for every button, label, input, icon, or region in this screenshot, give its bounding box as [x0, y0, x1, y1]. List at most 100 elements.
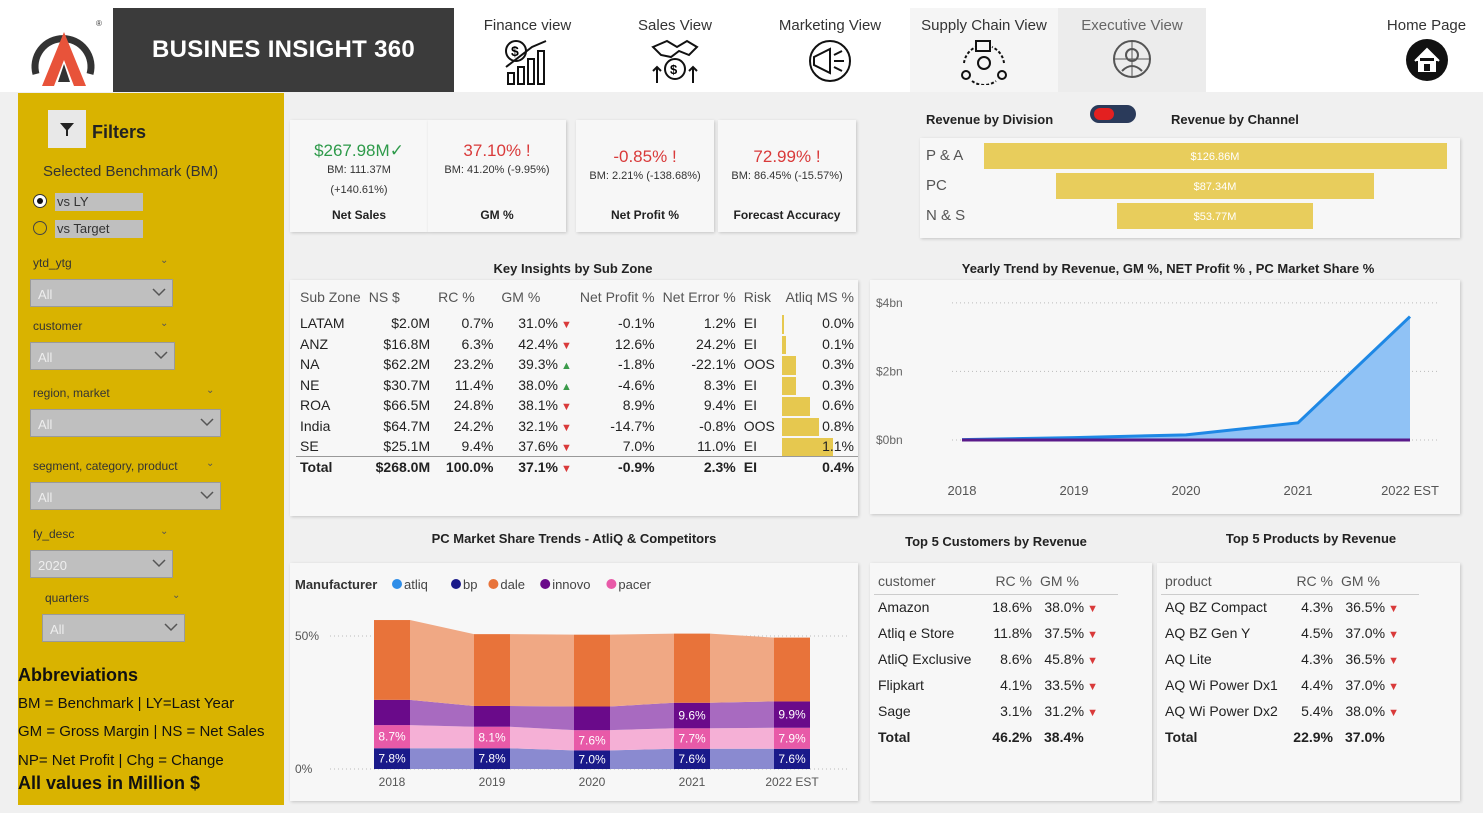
table-row[interactable]: AQ BZ Compact 4.3% 36.5% ▼	[1161, 594, 1419, 620]
table-row[interactable]: Atliq e Store 11.8% 37.5% ▼	[874, 620, 1118, 646]
kpi-forecast-accuracy[interactable]: 72.99% ! BM: 86.45% (-15.57%) Forecast A…	[718, 120, 856, 232]
legend-label[interactable]: atliq	[404, 577, 428, 592]
kpi-net-sales[interactable]: $267.98M✓ BM: 111.37M (+140.61%) Net Sal…	[290, 120, 428, 232]
table-cell: Sage	[878, 703, 911, 719]
col-header[interactable]: NS $	[365, 288, 434, 313]
table-row[interactable]: AQ BZ Gen Y 4.5% 37.0% ▼	[1161, 620, 1419, 646]
kpi-net-profit[interactable]: -0.85% ! BM: 2.21% (-138.68%) Net Profit…	[576, 120, 714, 232]
kpi-gm[interactable]: 37.10% ! BM: 41.20% (-9.95%) GM %	[428, 120, 566, 232]
division-bar[interactable]: $126.86M	[983, 143, 1447, 169]
chevron-down-icon[interactable]: ⌄	[160, 526, 168, 537]
table-row[interactable]: LATAM $2.0M 0.7% 31.0% ▼ -0.1% 1.2% EI 0.0%	[296, 313, 858, 334]
nav-finance-view[interactable]: Finance view $	[455, 8, 600, 92]
bar-dale[interactable]	[474, 634, 510, 706]
legend-label[interactable]: dale	[500, 577, 525, 592]
col-header[interactable]: GM %	[1036, 568, 1118, 594]
col-header[interactable]: Atliq MS %	[782, 288, 859, 313]
table-row[interactable]: NA $62.2M 23.2% 39.3% ▲ -1.8% -22.1% OOS 0.3%	[296, 354, 858, 375]
table-row[interactable]: SE $25.1M 9.4% 37.6% ▼ 7.0% 11.0% EI 1.1%	[296, 436, 858, 457]
slicer-label-fy-desc: fy_desc	[33, 527, 75, 541]
slicer-label-region-market: region, market	[33, 386, 110, 400]
bar-dale[interactable]	[374, 620, 410, 700]
table-row[interactable]: AtliQ Exclusive 8.6% 45.8% ▼	[874, 646, 1118, 672]
table-row[interactable]: AQ Wi Power Dx2 5.4% 38.0% ▼	[1161, 698, 1419, 724]
dropdown-region-market[interactable]: All	[30, 409, 221, 437]
filter-icon[interactable]	[48, 110, 86, 148]
division-bar[interactable]: $53.77M	[1116, 203, 1314, 229]
bar-innovo[interactable]	[574, 706, 610, 731]
table-cell: 38.4%	[1044, 729, 1084, 745]
table-row[interactable]: Amazon 18.6% 38.0% ▼	[874, 594, 1118, 620]
legend-marker[interactable]	[606, 579, 617, 589]
table-total-row[interactable]: Total 46.2% 38.4%	[874, 724, 1118, 750]
legend-marker[interactable]	[488, 579, 499, 589]
table-cell: EI	[743, 438, 757, 454]
table-row[interactable]: India $64.7M 24.2% 32.1% ▼ -14.7% -0.8% OOS 0.8…	[296, 416, 858, 436]
nav-marketing-view[interactable]: Marketing View	[750, 8, 910, 92]
division-channel-toggle[interactable]	[1090, 105, 1136, 123]
chevron-down-icon[interactable]: ⌄	[160, 255, 168, 266]
nav-home-page[interactable]: Home Page	[1370, 8, 1483, 92]
data-label: 8.1%	[478, 730, 506, 744]
table-cell: $25.1M	[383, 438, 431, 454]
bar-innovo[interactable]	[474, 705, 510, 727]
svg-text:®: ®	[96, 19, 102, 28]
table-total-row[interactable]: Total 22.9% 37.0%	[1161, 724, 1419, 750]
col-header[interactable]: customer	[874, 568, 984, 594]
table-row[interactable]: AQ Lite 4.3% 36.5% ▼	[1161, 646, 1419, 672]
col-header[interactable]: GM %	[1337, 568, 1419, 594]
dropdown-segment[interactable]: All	[30, 482, 221, 510]
col-header[interactable]: RC %	[434, 288, 497, 313]
chevron-down-icon[interactable]: ⌄	[172, 590, 180, 601]
radio-icon	[33, 194, 47, 208]
bar-dale[interactable]	[574, 634, 610, 707]
slicer-label-ytd-ytg: ytd_ytg	[33, 256, 72, 270]
data-label: 7.8%	[378, 752, 406, 766]
table-row[interactable]: Flipkart 4.1% 33.5% ▼	[874, 672, 1118, 698]
table-cell: 22.9%	[1293, 729, 1333, 745]
bar-innovo[interactable]	[374, 699, 410, 726]
col-header[interactable]: RC %	[1287, 568, 1337, 594]
dropdown-quarters[interactable]: All	[42, 614, 185, 642]
col-header[interactable]: Risk	[740, 288, 782, 313]
dropdown-customer[interactable]: All	[30, 342, 175, 370]
nav-supply-chain-view[interactable]: Supply Chain View	[910, 8, 1058, 92]
chevron-down-icon[interactable]: ⌄	[206, 385, 214, 396]
col-header[interactable]: RC %	[984, 568, 1036, 594]
nav-executive-view[interactable]: Executive View	[1058, 8, 1206, 92]
radio-icon	[33, 221, 47, 235]
legend-marker[interactable]	[540, 579, 551, 589]
bar-dale[interactable]	[774, 637, 810, 702]
col-header[interactable]: Sub Zone	[296, 288, 365, 313]
legend-label[interactable]: pacer	[618, 577, 651, 592]
table-total-row[interactable]: Total $268.0M 100.0% 37.1% ▼ -0.9% 2.3% EI 0.4%	[296, 456, 858, 478]
table-cell: Total	[300, 459, 333, 475]
table-cell: 0.7%	[461, 315, 494, 332]
market-share-cell: 0.3%	[781, 375, 859, 395]
table-row[interactable]: ANZ $16.8M 6.3% 42.4% ▼ 12.6% 24.2% EI 0.1%	[296, 334, 858, 354]
chevron-down-icon[interactable]: ⌄	[160, 318, 168, 329]
col-header[interactable]: GM %	[497, 288, 576, 313]
legend-marker[interactable]	[451, 579, 461, 589]
dropdown-fy-desc[interactable]: 2020	[30, 550, 173, 578]
table-row[interactable]: Sage 3.1% 31.2% ▼	[874, 698, 1118, 724]
table-row[interactable]: AQ Wi Power Dx1 4.4% 37.0% ▼	[1161, 672, 1419, 698]
market-share-bar	[781, 335, 787, 354]
nav-sales-view[interactable]: Sales View $	[600, 8, 750, 92]
trend-down-icon: ▼	[1084, 681, 1098, 693]
legend-marker[interactable]	[392, 579, 402, 589]
radio-vs-ly[interactable]: vs LY	[33, 193, 145, 211]
col-header[interactable]: Net Error %	[659, 288, 740, 313]
radio-vs-target[interactable]: vs Target	[33, 220, 145, 238]
legend-label[interactable]: innovo	[552, 577, 590, 592]
legend-label[interactable]: bp	[463, 577, 477, 592]
chevron-down-icon[interactable]: ⌄	[206, 458, 214, 469]
table-row[interactable]: NE $30.7M 11.4% 38.0% ▲ -4.6% 8.3% EI 0.3%	[296, 375, 859, 395]
col-header[interactable]: Net Profit %	[576, 288, 659, 313]
table-row[interactable]: ROA $66.5M 24.8% 38.1% ▼ 8.9% 9.4% EI 0.6%	[296, 395, 858, 416]
col-header[interactable]: product	[1161, 568, 1287, 594]
bar-dale[interactable]	[674, 633, 710, 703]
radio-label: vs Target	[55, 220, 143, 238]
dropdown-ytd-ytg[interactable]: All	[30, 279, 173, 307]
division-bar[interactable]: $87.34M	[1055, 173, 1375, 199]
